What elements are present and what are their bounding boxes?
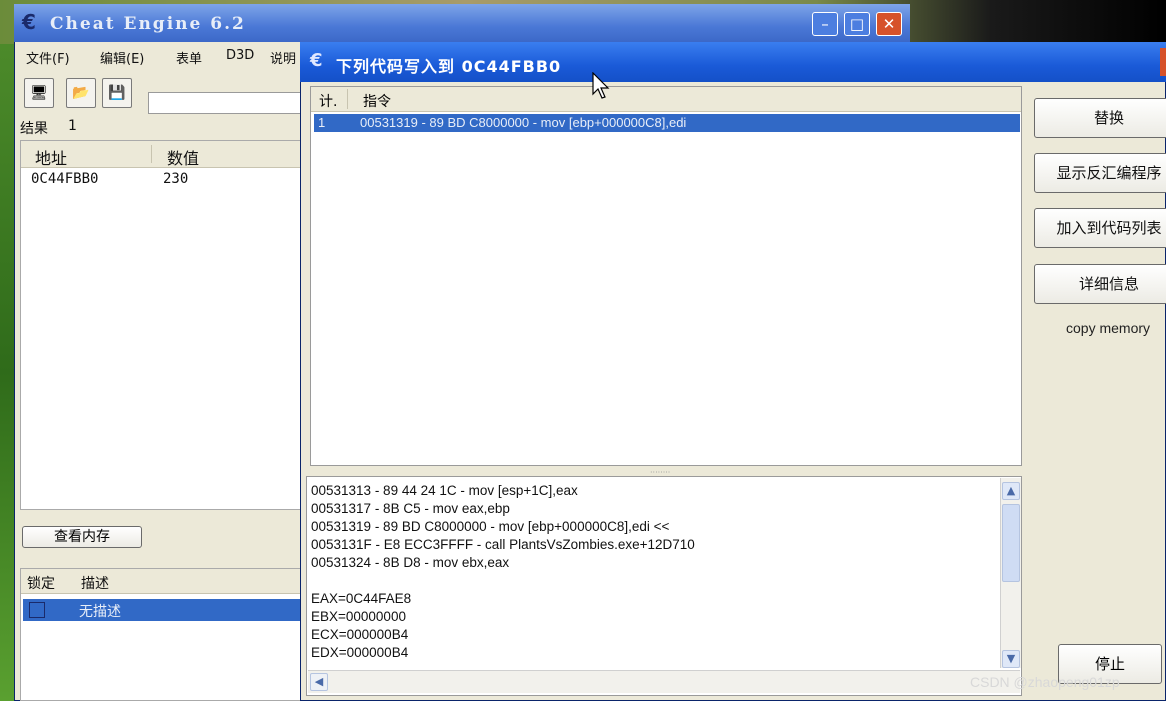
horizontal-scrollbar[interactable]: ◀ — [308, 670, 1020, 693]
column-address[interactable]: 地址 — [35, 145, 67, 169]
cheat-table[interactable]: 锁定 描述 无描述 — [20, 568, 302, 701]
computer-icon: 🖥 — [30, 85, 48, 101]
more-info-button[interactable]: 详细信息 — [1034, 264, 1166, 304]
menu-file[interactable]: 文件(F) — [26, 48, 70, 67]
column-divider — [347, 89, 348, 109]
view-memory-button[interactable]: 查看内存 — [22, 526, 142, 548]
menu-edit[interactable]: 编辑(E) — [100, 48, 144, 67]
instruction-list[interactable] — [310, 86, 1022, 466]
maximize-button[interactable]: □ — [844, 12, 870, 36]
disasm-line: 0053131F - E8 ECC3FFFF - call PlantsVsZo… — [311, 537, 695, 552]
save-icon: 💾 — [108, 85, 126, 101]
column-count[interactable]: 计. — [319, 91, 337, 111]
disasm-line: 00531313 - 89 44 24 1C - mov [esp+1C],ea… — [311, 483, 578, 498]
column-instruction[interactable]: 指令 — [363, 91, 391, 111]
row-value: 230 — [163, 171, 189, 187]
mouse-cursor-icon — [592, 72, 610, 99]
menu-help[interactable]: 说明 — [270, 48, 296, 67]
row-description: 无描述 — [79, 604, 121, 620]
show-disassembler-button[interactable]: 显示反汇编程序 — [1034, 153, 1166, 193]
instruction-list-header: 计. 指令 — [311, 87, 1021, 112]
save-file-button[interactable]: 💾 — [102, 78, 132, 108]
address-list[interactable]: 地址 数值 0C44FBB0 230 — [20, 140, 302, 510]
watermark: CSDN @zhaopeng01zp — [970, 674, 1120, 690]
disasm-line: 00531319 - 89 BD C8000000 - mov [ebp+000… — [311, 519, 670, 534]
column-value[interactable]: 数值 — [167, 145, 199, 169]
disasm-line: 00531324 - 8B D8 - mov ebx,eax — [311, 555, 510, 570]
disasm-line: 00531317 - 8B C5 - mov eax,ebp — [311, 501, 510, 516]
scroll-up-button[interactable]: ▲ — [1002, 482, 1020, 500]
folder-icon: 📂 — [72, 85, 90, 101]
disassembly-view[interactable]: 00531313 - 89 44 24 1C - mov [esp+1C],ea… — [306, 476, 1022, 696]
row-instruction: 00531319 - 89 BD C8000000 - mov [ebp+000… — [360, 115, 687, 130]
chevron-down-icon: ▼ — [1006, 652, 1016, 665]
results-label: 结果 — [20, 121, 48, 137]
splitter-handle[interactable]: ········ — [650, 468, 680, 477]
table-row[interactable]: 1 00531319 - 89 BD C8000000 - mov [ebp+0… — [314, 114, 1020, 132]
close-button[interactable]: ✕ — [876, 12, 902, 36]
register-line: EDX=000000B4 — [311, 645, 409, 660]
register-line: ECX=000000B4 — [311, 627, 409, 642]
menu-bar: 文件(F) 编辑(E) 表单 D3D 说明 — [18, 42, 314, 70]
scroll-left-button[interactable]: ◀ — [310, 673, 328, 691]
table-row[interactable]: 0C44FBB0 230 — [21, 171, 301, 191]
select-process-button[interactable]: 🖥 — [24, 78, 54, 108]
minimize-button[interactable]: – — [812, 12, 838, 36]
menu-table[interactable]: 表单 — [176, 48, 202, 67]
results-count: 1 — [68, 118, 77, 134]
dialog-title: 下列代码写入到 0C44FBB0 — [336, 57, 562, 76]
row-address: 0C44FBB0 — [31, 171, 99, 187]
open-file-button[interactable]: 📂 — [66, 78, 96, 108]
scrollbar-thumb[interactable] — [1002, 504, 1020, 582]
lock-checkbox[interactable] — [29, 602, 45, 618]
menu-d3d[interactable]: D3D — [226, 48, 254, 63]
cheat-engine-logo-icon: € — [22, 10, 36, 34]
table-row[interactable]: 无描述 — [23, 599, 301, 621]
column-description[interactable]: 描述 — [81, 573, 109, 593]
cheat-table-header: 锁定 描述 — [21, 569, 301, 594]
cheat-engine-logo-icon: € — [310, 50, 323, 71]
dialog-close-button[interactable] — [1160, 48, 1166, 76]
window-title: Cheat Engine 6.2 — [50, 14, 246, 34]
register-line: EAX=0C44FAE8 — [311, 591, 412, 606]
replace-button[interactable]: 替换 — [1034, 98, 1166, 138]
process-name-field[interactable] — [148, 92, 308, 114]
copy-memory-label: copy memory — [1066, 320, 1151, 336]
column-divider — [151, 145, 152, 163]
add-to-codelist-button[interactable]: 加入到代码列表 — [1034, 208, 1166, 248]
scroll-down-button[interactable]: ▼ — [1002, 650, 1020, 668]
address-list-header: 地址 数值 — [21, 141, 301, 168]
chevron-left-icon: ◀ — [314, 675, 324, 688]
register-line: EBX=00000000 — [311, 609, 406, 624]
column-lock[interactable]: 锁定 — [27, 573, 55, 593]
vertical-scrollbar[interactable]: ▲ ▼ — [1000, 478, 1021, 668]
chevron-up-icon: ▲ — [1006, 484, 1016, 497]
row-count: 1 — [318, 115, 326, 130]
